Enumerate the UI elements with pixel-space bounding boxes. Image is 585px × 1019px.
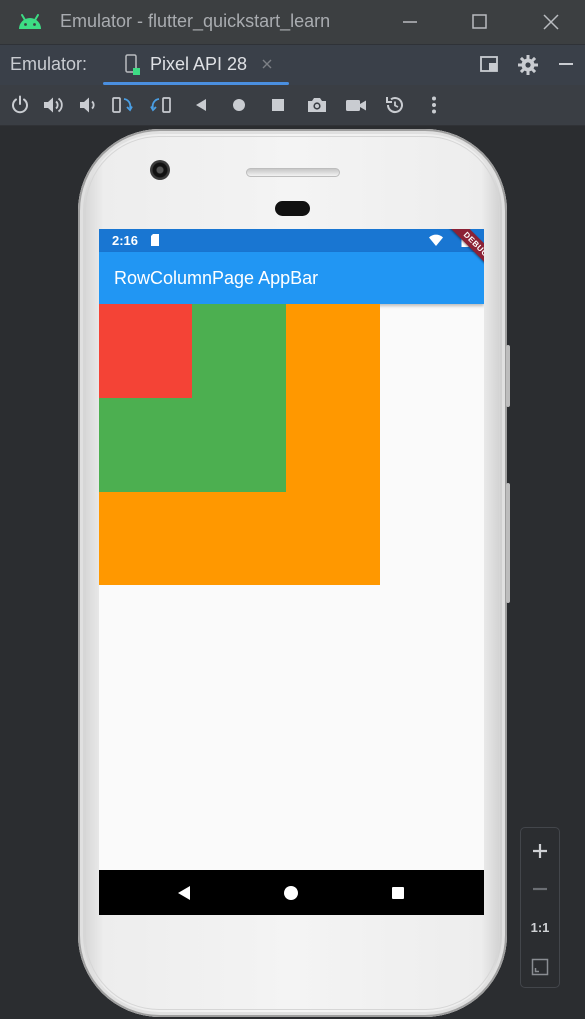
zoom-in-button[interactable]	[521, 832, 559, 870]
close-window-button[interactable]	[521, 0, 581, 44]
minimize-icon	[403, 21, 417, 23]
maximize-icon	[472, 14, 487, 29]
window-title: Emulator - flutter_quickstart_learn	[60, 11, 331, 31]
snapshot-icon[interactable]	[384, 94, 406, 116]
overview-icon[interactable]	[267, 94, 289, 116]
volume-down-icon[interactable]	[77, 94, 99, 116]
minimize-button[interactable]	[380, 0, 440, 44]
status-time: 2:16	[112, 233, 139, 248]
rotate-right-icon[interactable]	[150, 94, 172, 116]
power-side-button[interactable]	[506, 483, 510, 603]
plus-icon	[533, 844, 547, 858]
hide-panel-icon[interactable]	[556, 54, 576, 74]
window-layout-icon[interactable]	[479, 54, 499, 74]
emulator-toolbar	[0, 85, 585, 126]
proximity-sensor	[275, 201, 310, 216]
device-screen[interactable]: 2:16 RowColumnPage AppBar DEBUG	[99, 229, 484, 915]
red-box	[99, 304, 192, 398]
android-icon	[19, 14, 41, 29]
volume-up-icon[interactable]	[42, 94, 64, 116]
nav-home-icon[interactable]	[282, 884, 300, 902]
front-camera	[150, 160, 170, 180]
tool-window-label: Emulator:	[10, 54, 88, 74]
home-icon[interactable]	[228, 94, 250, 116]
app-bar: RowColumnPage AppBar	[99, 252, 484, 304]
sd-card-icon	[151, 234, 159, 246]
close-tab-icon[interactable]	[261, 58, 273, 70]
volume-side-button[interactable]	[506, 345, 510, 407]
wifi-icon	[429, 234, 443, 246]
actual-size-button[interactable]: 1:1	[521, 920, 559, 935]
navigation-bar	[99, 870, 484, 915]
fit-screen-icon	[531, 958, 549, 976]
window-title-bar: Emulator - flutter_quickstart_learn	[0, 0, 585, 44]
minus-icon	[533, 887, 547, 891]
record-icon[interactable]	[345, 94, 367, 116]
device-tab-label: Pixel API 28	[150, 54, 248, 74]
app-bar-title: RowColumnPage AppBar	[114, 268, 319, 288]
gear-icon[interactable]	[517, 54, 539, 76]
nav-overview-icon[interactable]	[389, 884, 407, 902]
earpiece-speaker	[246, 168, 340, 177]
maximize-button[interactable]	[450, 0, 510, 44]
zoom-out-button[interactable]	[521, 870, 559, 908]
zoom-controls: 1:1	[520, 827, 560, 988]
more-icon[interactable]	[423, 94, 445, 116]
fit-screen-button[interactable]	[521, 948, 559, 986]
phone-device-icon	[125, 54, 140, 75]
power-icon[interactable]	[9, 94, 31, 116]
status-bar: 2:16	[99, 229, 484, 252]
emulator-tab-bar: Emulator: Pixel API 28	[0, 44, 585, 85]
close-icon	[543, 14, 559, 30]
tab-pixel-api-28[interactable]: Pixel API 28	[103, 45, 289, 86]
back-icon[interactable]	[190, 94, 212, 116]
camera-icon[interactable]	[306, 94, 328, 116]
nav-back-icon[interactable]	[175, 884, 193, 902]
rotate-left-icon[interactable]	[111, 94, 133, 116]
